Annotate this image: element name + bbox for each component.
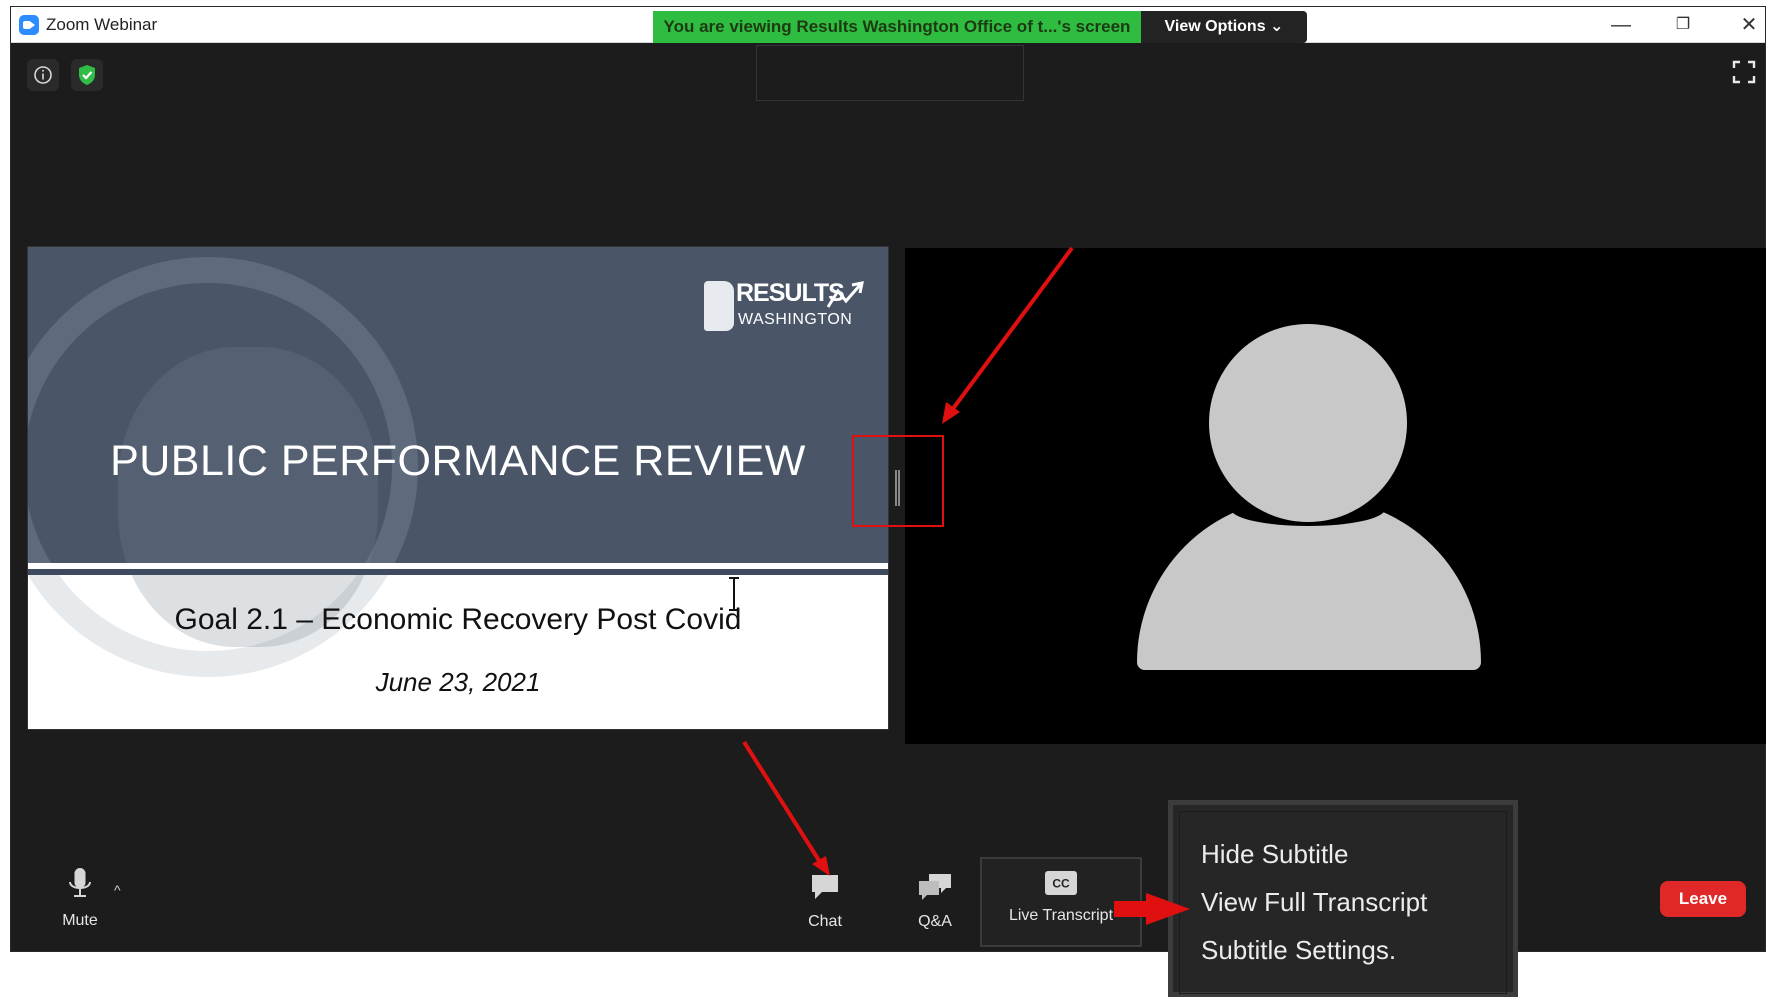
text-cursor-icon: [729, 577, 739, 611]
live-transcript-button[interactable]: CC Live Transcript: [980, 870, 1142, 925]
chat-button[interactable]: Chat: [790, 872, 860, 931]
live-transcript-menu: Hide Subtitle View Full Transcript Subti…: [1168, 800, 1518, 997]
zoom-app-icon: [19, 15, 39, 35]
shared-screen-slide: RESULTS WASHINGTON PUBLIC PERFORMANCE RE…: [28, 247, 888, 729]
logo-washington-text: WASHINGTON: [738, 311, 853, 328]
cc-badge-text: CC: [1052, 877, 1070, 891]
chat-label: Chat: [808, 913, 842, 930]
minimize-button[interactable]: —: [1601, 12, 1641, 38]
restore-button[interactable]: ❐: [1663, 12, 1703, 38]
washington-state-shape-icon: [704, 281, 734, 331]
menu-item-subtitle-settings[interactable]: Subtitle Settings.: [1201, 935, 1396, 966]
window-title: Zoom Webinar: [46, 15, 158, 34]
slide-divider-navy: [28, 569, 888, 575]
slide-subtitle: Goal 2.1 – Economic Recovery Post Covid: [174, 603, 742, 636]
menu-item-view-full-transcript[interactable]: View Full Transcript: [1201, 887, 1427, 918]
closed-caption-icon: CC: [1045, 871, 1077, 895]
audio-options-caret[interactable]: ^: [114, 882, 121, 898]
avatar-head: [1209, 324, 1407, 522]
slide-title: PUBLIC PERFORMANCE REVIEW: [110, 437, 806, 485]
qa-label: Q&A: [918, 913, 952, 930]
info-icon[interactable]: [27, 59, 59, 91]
results-washington-logo: RESULTS WASHINGTON: [704, 275, 872, 339]
trend-arrow-icon: [826, 281, 864, 308]
slide-date: June 23, 2021: [375, 667, 541, 697]
menu-item-hide-subtitle[interactable]: Hide Subtitle: [1201, 839, 1348, 870]
mute-label: Mute: [62, 912, 98, 929]
fullscreen-icon[interactable]: [1731, 59, 1757, 85]
banner-strip: [756, 45, 1024, 101]
screen-share-banner: You are viewing Results Washington Offic…: [653, 11, 1141, 43]
annotation-highlight-box: [852, 435, 944, 527]
shield-check-icon[interactable]: [71, 59, 103, 91]
leave-button[interactable]: Leave: [1660, 881, 1746, 917]
qa-bubbles-icon: [919, 874, 951, 900]
mute-button[interactable]: Mute: [40, 867, 120, 930]
close-button[interactable]: ✕: [1729, 12, 1766, 38]
seal-portrait-watermark: [118, 347, 378, 647]
chat-bubble-icon: [812, 875, 838, 899]
live-transcript-label: Live Transcript: [1008, 907, 1114, 924]
participant-video-tile: [905, 248, 1766, 744]
qa-button[interactable]: Q&A: [900, 872, 970, 931]
view-options-button[interactable]: View Options ⌄: [1141, 11, 1307, 43]
microphone-icon: [69, 868, 91, 897]
